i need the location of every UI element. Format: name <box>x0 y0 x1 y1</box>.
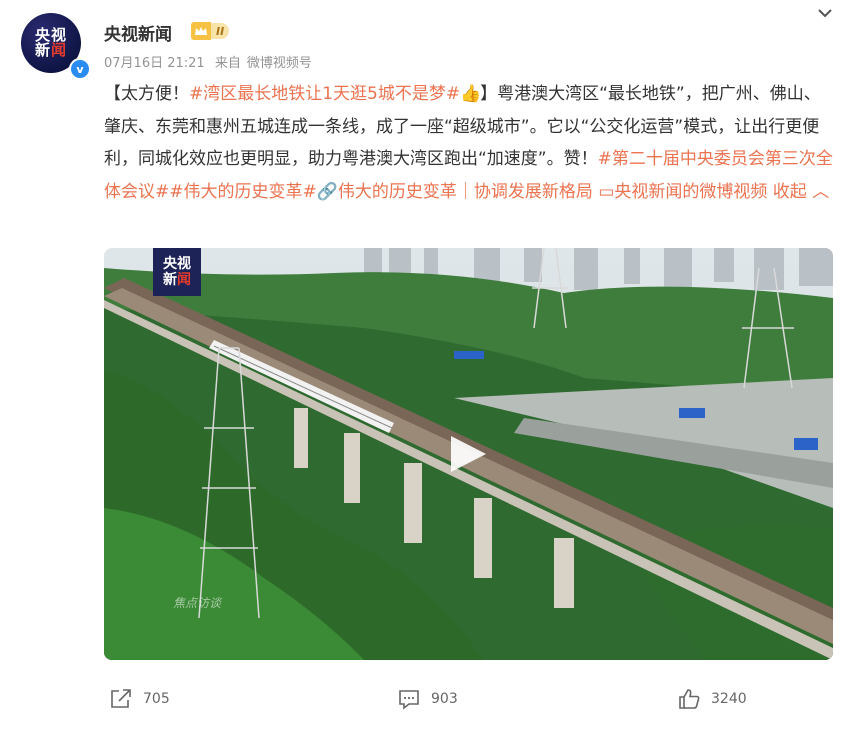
like-icon <box>679 689 700 709</box>
like-button[interactable]: 3240 <box>677 684 747 714</box>
weibo-post-card: 央视 新闻 v 央视新闻 II 07月16日 21:21 来自 微博视频号 【太方… <box>0 0 856 732</box>
share-icon <box>111 689 131 708</box>
thumbs-up-emoji-icon: 👍 <box>460 84 482 104</box>
vip-badge[interactable]: II <box>191 22 230 40</box>
post-meta: 07月16日 21:21 来自 微博视频号 <box>104 52 318 71</box>
video-channel-logo: 央视 新闻 <box>153 248 201 296</box>
post-source[interactable]: 微博视频号 <box>247 56 312 71</box>
author-name[interactable]: 央视新闻 <box>104 20 172 45</box>
comment-button[interactable]: 903 <box>397 684 458 714</box>
video-link[interactable]: ▭央视新闻的微博视频 <box>598 182 767 202</box>
post-text: 【太方便！#湾区最长地铁让1天逛5城不是梦#👍】粤港澳大湾区“最长地铁”，把广州… <box>104 78 834 208</box>
verified-badge-icon: v <box>69 58 91 80</box>
chevron-up-icon: ︿ <box>812 181 830 202</box>
vip-level: II <box>211 23 230 39</box>
comment-icon <box>399 690 419 710</box>
post-text-part1: 【太方便！ <box>104 84 189 104</box>
play-icon[interactable] <box>446 432 490 476</box>
hashtag-link[interactable]: #伟大的历史变革# <box>169 182 317 202</box>
share-button[interactable]: 705 <box>109 684 170 714</box>
source-prefix: 来自 <box>214 56 241 71</box>
collapse-button[interactable]: 收起 ︿ <box>773 182 829 202</box>
crown-icon <box>191 22 211 40</box>
comment-count: 903 <box>431 691 458 707</box>
share-count: 705 <box>143 691 170 707</box>
post-time[interactable]: 07月16日 21:21 <box>104 56 205 71</box>
avatar-text-bottom: 新闻 <box>34 41 68 59</box>
video-link-icon: ▭ <box>598 181 615 202</box>
hashtag-link[interactable]: #湾区最长地铁让1天逛5城不是梦# <box>189 84 460 104</box>
like-count: 3240 <box>711 691 747 707</box>
more-menu-chevron-down-icon[interactable] <box>815 5 835 21</box>
article-link[interactable]: 🔗伟大的历史变革｜协调发展新格局 <box>317 182 593 202</box>
video-watermark: 焦点访谈 <box>173 596 222 610</box>
